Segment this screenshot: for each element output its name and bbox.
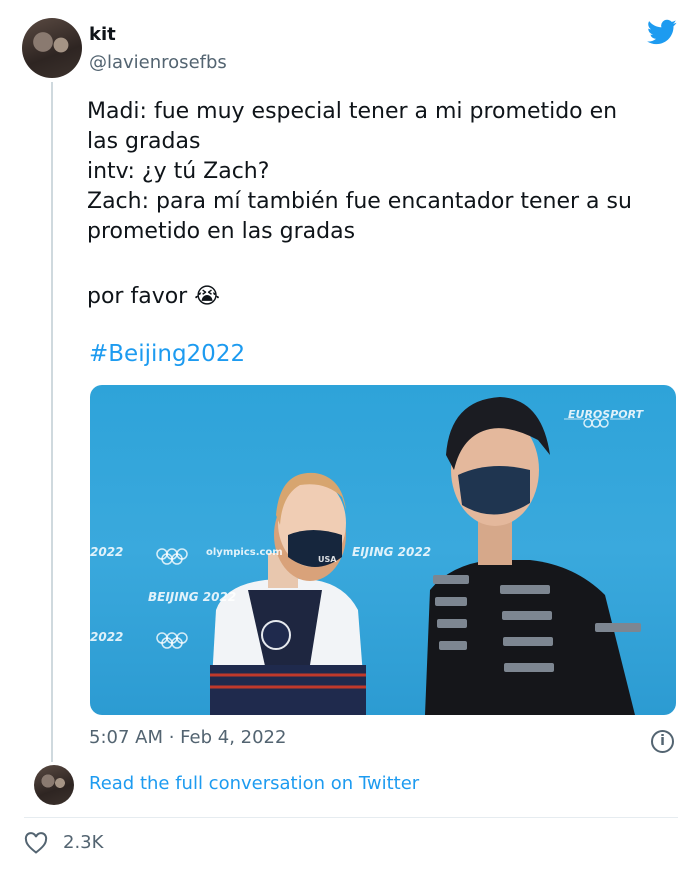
tweet-timestamp[interactable]: 5:07 AM · Feb 4, 2022 [89, 727, 286, 748]
tweet-line: por favor 😭 [87, 282, 687, 312]
heart-icon[interactable] [24, 832, 48, 854]
backdrop-city-short: EIJING 2022 [352, 545, 432, 559]
tweet-text: Madi: fue muy especial tener a mi promet… [87, 97, 687, 312]
tweet-line: prometido en las gradas [87, 219, 356, 244]
author-handle[interactable]: @lavienrosefbs [89, 52, 227, 73]
tweet-media-image[interactable]: 2022 olympics.com BEIJING 2022 2022 EIJI… [90, 385, 676, 715]
backdrop-site: olympics.com [206, 547, 283, 558]
read-conversation-link[interactable]: Read the full conversation on Twitter [89, 773, 419, 794]
tweet-line: las gradas [87, 129, 201, 154]
tweet-line: Zach: para mí también fue encantador ten… [87, 189, 632, 214]
crying-face-emoji: 😭 [194, 284, 220, 309]
backdrop-city: BEIJING 2022 [148, 590, 237, 604]
author-name[interactable]: kit [89, 24, 116, 45]
like-count: 2.3K [63, 832, 104, 853]
author-avatar[interactable] [22, 18, 82, 78]
tweet-line: Madi: fue muy especial tener a mi promet… [87, 99, 618, 124]
tweet-line-text: por favor [87, 284, 188, 309]
hashtag-link[interactable]: #Beijing2022 [89, 341, 245, 367]
twitter-bird-icon[interactable] [645, 17, 679, 47]
eurosport-logo: EUROSPORT [568, 408, 644, 421]
info-icon[interactable]: i [651, 730, 674, 753]
backdrop-year-2: 2022 [90, 630, 124, 644]
mask-text: USA [318, 555, 337, 564]
footer-divider [24, 817, 678, 818]
backdrop-year-1: 2022 [90, 545, 124, 559]
tweet-line: intv: ¿y tú Zach? [87, 159, 270, 184]
thread-line [51, 82, 53, 762]
reply-avatar[interactable] [34, 765, 74, 805]
